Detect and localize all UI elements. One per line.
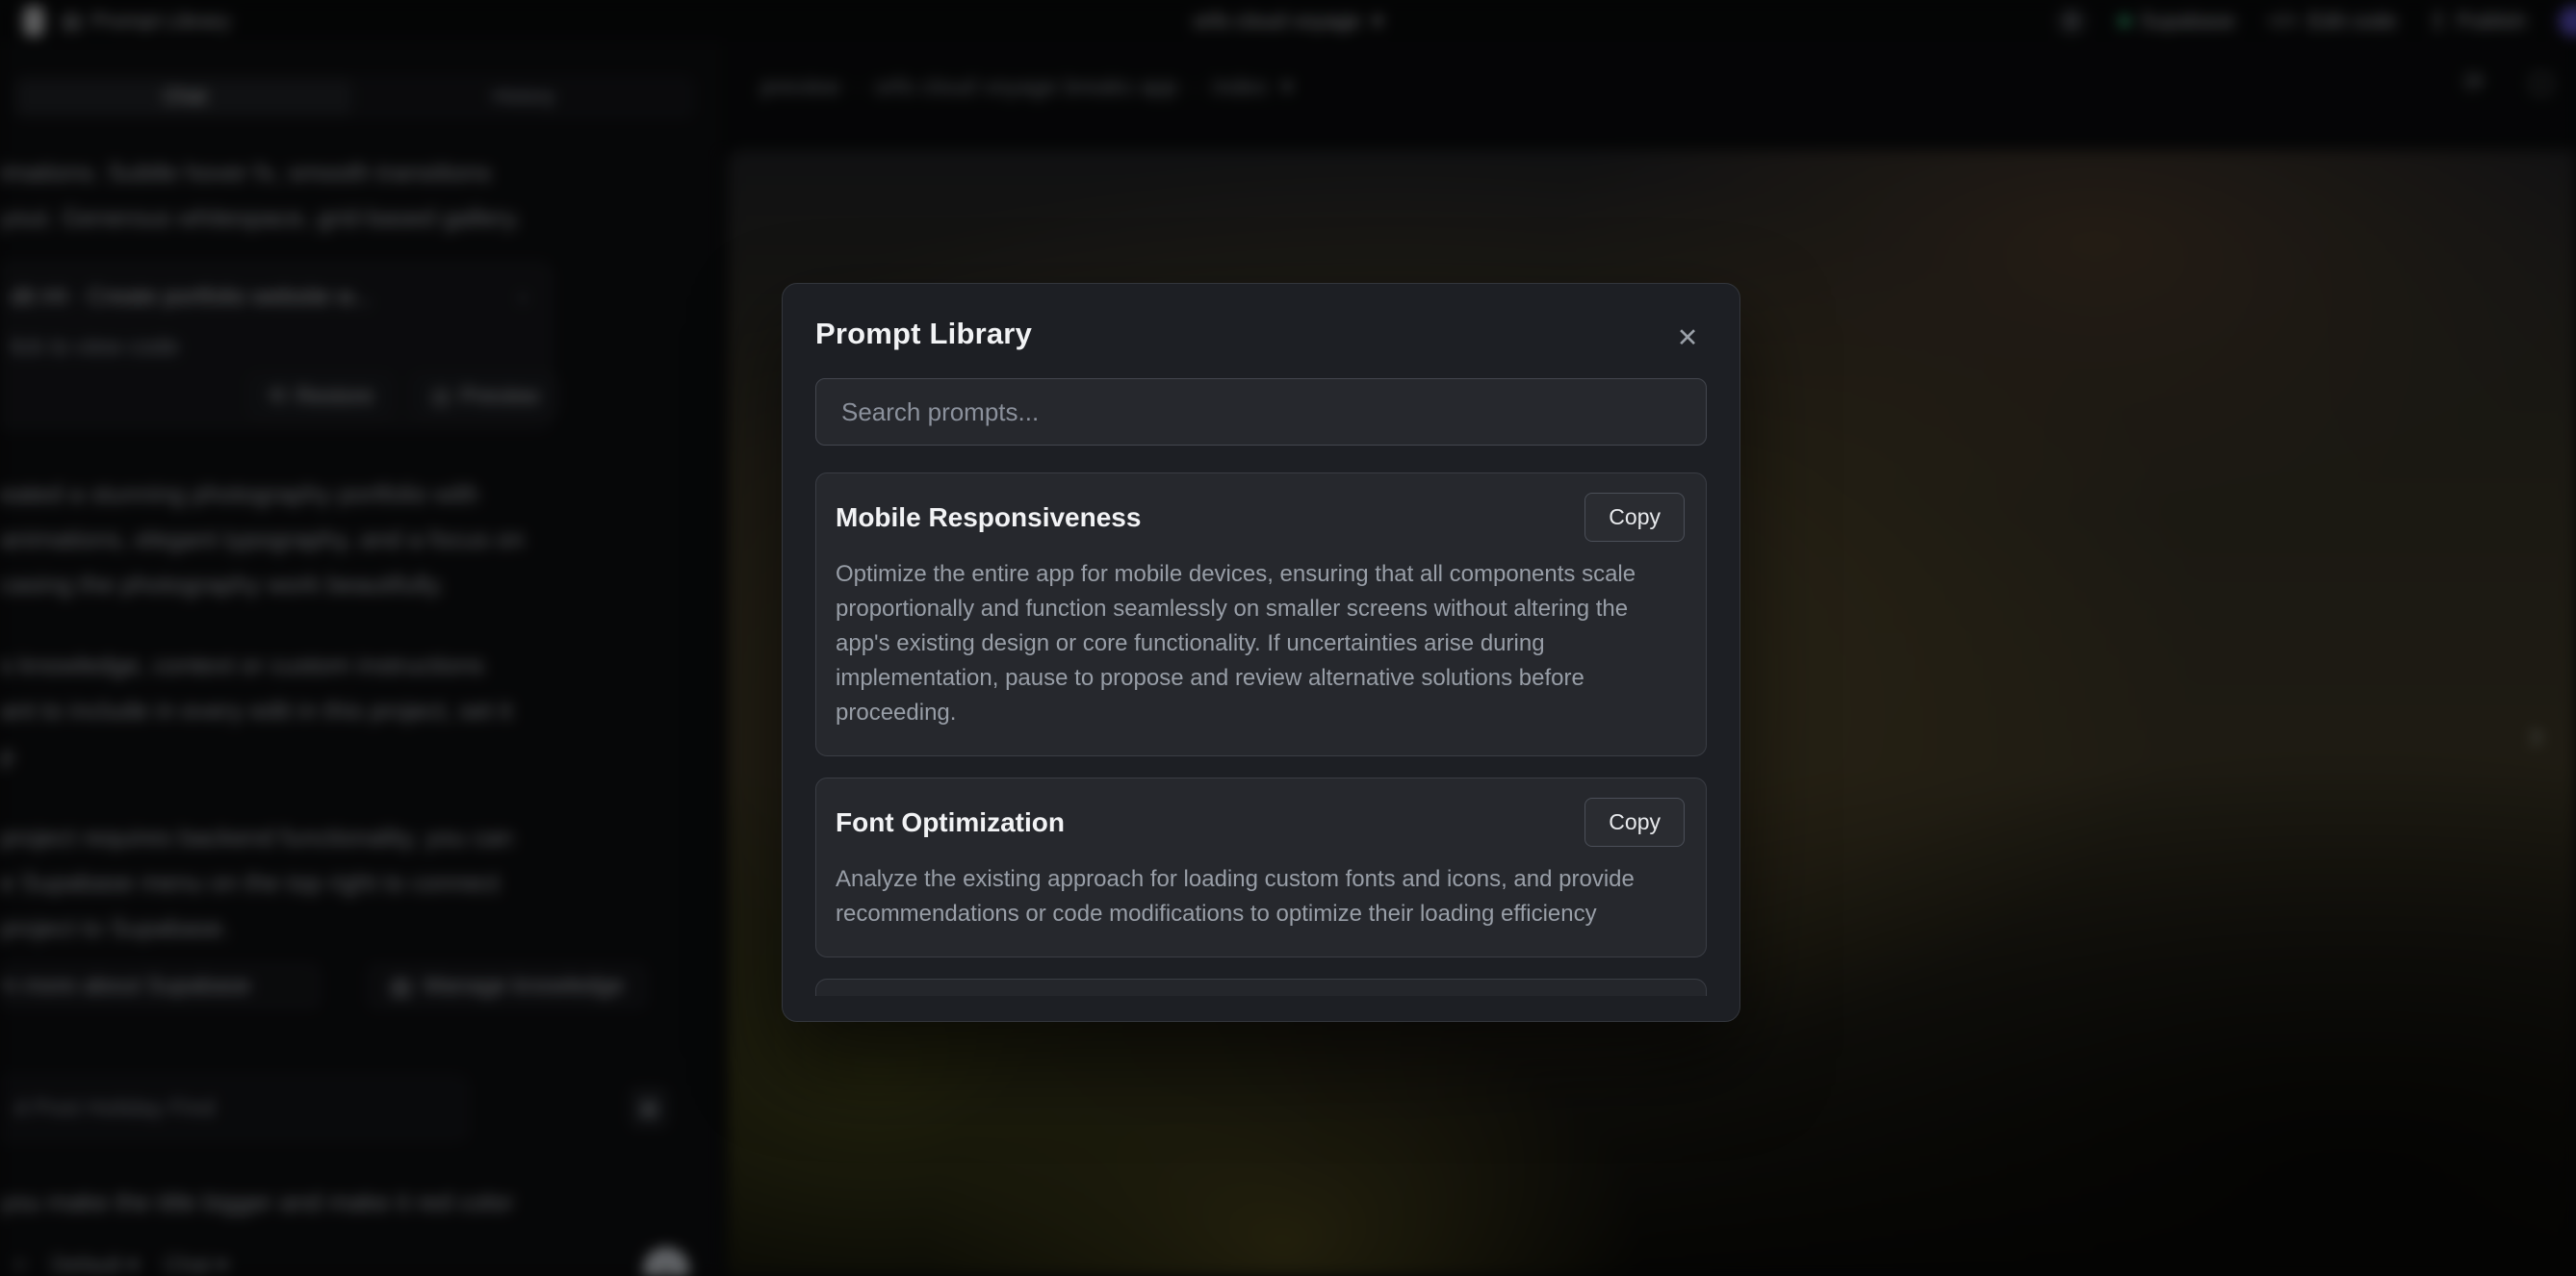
prompt-card-mobile-responsiveness: Mobile Responsiveness Copy Optimize the … xyxy=(815,472,1707,756)
prompt-card-header: Mobile Responsiveness Copy xyxy=(836,493,1685,542)
prompt-title: Font Optimization xyxy=(836,807,1065,838)
prompt-description: Analyze the existing approach for loadin… xyxy=(836,862,1685,931)
prompt-title: Mobile Responsiveness xyxy=(836,502,1141,533)
prompt-card-partial xyxy=(815,979,1707,996)
prompt-list: Mobile Responsiveness Copy Optimize the … xyxy=(815,472,1707,996)
close-icon[interactable]: ✕ xyxy=(1670,320,1705,355)
prompt-description: Optimize the entire app for mobile devic… xyxy=(836,557,1685,730)
search-input[interactable] xyxy=(815,378,1707,446)
copy-button[interactable]: Copy xyxy=(1584,798,1685,847)
app-window: ▤ Prompt Library orfo cloud voyage ▾ ⚙ S… xyxy=(0,0,2576,1276)
prompt-library-modal: Prompt Library ✕ Mobile Responsiveness C… xyxy=(782,283,1740,1022)
prompt-card-header: Font Optimization Copy xyxy=(836,798,1685,847)
modal-title: Prompt Library xyxy=(815,317,1707,351)
copy-button[interactable]: Copy xyxy=(1584,493,1685,542)
prompt-card-font-optimization: Font Optimization Copy Analyze the exist… xyxy=(815,778,1707,957)
